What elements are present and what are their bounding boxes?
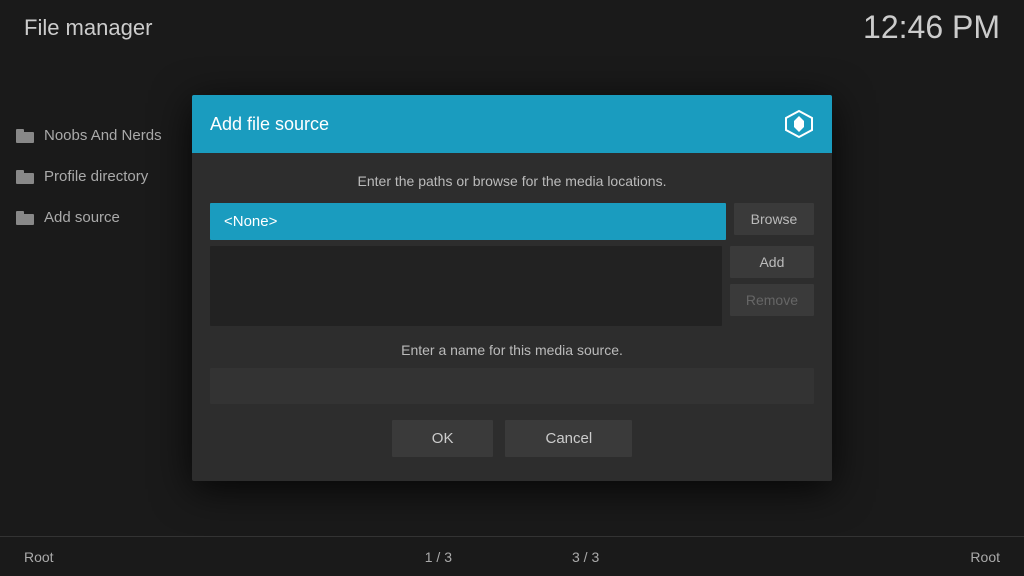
dialog-header: Add file source	[192, 95, 832, 153]
add-button[interactable]: Add	[730, 246, 814, 278]
bottom-left-label: Root	[24, 549, 54, 565]
cancel-button[interactable]: Cancel	[505, 420, 632, 457]
bottom-page-right: 3 / 3	[572, 549, 599, 565]
bottom-right-label: Root	[970, 549, 1000, 565]
source-row: Browse	[210, 203, 814, 240]
actions-column: Browse	[734, 203, 814, 240]
media-source-name-input[interactable]	[210, 368, 814, 404]
bottom-bar: Root 1 / 3 3 / 3 Root	[0, 536, 1024, 576]
source-path-input[interactable]	[210, 203, 726, 240]
dialog-footer: OK Cancel	[210, 420, 814, 461]
kodi-logo	[784, 109, 814, 139]
add-file-source-dialog: Add file source Enter the paths or brows…	[192, 95, 832, 481]
dialog-title: Add file source	[210, 114, 329, 135]
path-list-area	[210, 246, 722, 326]
dialog-body: Enter the paths or browse for the media …	[192, 153, 832, 481]
dialog-instruction: Enter the paths or browse for the media …	[210, 173, 814, 189]
remove-button[interactable]: Remove	[730, 284, 814, 316]
modal-overlay: Add file source Enter the paths or brows…	[0, 0, 1024, 576]
add-remove-column: Add Remove	[730, 246, 814, 326]
name-instruction: Enter a name for this media source.	[210, 342, 814, 358]
ok-button[interactable]: OK	[392, 420, 494, 457]
bottom-page-left: 1 / 3	[425, 549, 452, 565]
browse-button[interactable]: Browse	[734, 203, 814, 235]
kodi-icon	[784, 109, 814, 139]
paths-and-actions: Add Remove	[210, 246, 814, 326]
bottom-center: 1 / 3 3 / 3	[425, 549, 600, 565]
